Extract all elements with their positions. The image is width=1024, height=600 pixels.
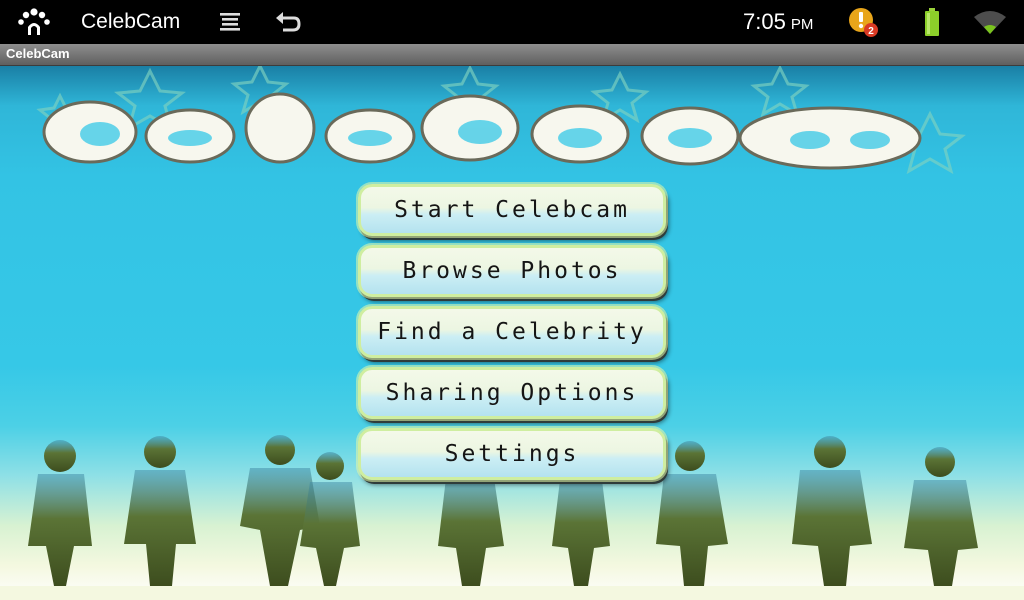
back-arrow-icon[interactable] [272, 0, 304, 44]
browse-photos-button[interactable]: Browse Photos [358, 245, 666, 297]
start-celebcam-button[interactable]: Start Celebcam [358, 184, 666, 236]
sharing-options-button[interactable]: Sharing Options [358, 367, 666, 419]
clock: 7:05 PM [743, 0, 813, 44]
clock-time: 7:05 [743, 9, 786, 34]
battery-icon [920, 0, 944, 44]
settings-button[interactable]: Settings [358, 428, 666, 480]
clock-ampm: PM [790, 15, 814, 33]
notification-count-badge: 2 [868, 26, 874, 37]
main-menu: Start Celebcam Browse Photos Find a Cele… [358, 184, 666, 489]
app-logo-icon[interactable] [14, 0, 54, 44]
title-bar: CelebCam [0, 44, 1024, 66]
wifi-icon [970, 0, 1010, 44]
window-title: CelebCam [6, 46, 70, 61]
find-a-celebrity-button[interactable]: Find a Celebrity [358, 306, 666, 358]
celebcam-logo-banner [42, 92, 922, 170]
status-bar: CelebCam 7:05 PM 2 [0, 0, 1024, 44]
warning-icon[interactable]: 2 [846, 0, 880, 44]
main-content: Start Celebcam Browse Photos Find a Cele… [0, 66, 1024, 600]
menu-icon[interactable] [215, 0, 245, 44]
status-app-name: CelebCam [81, 10, 181, 33]
